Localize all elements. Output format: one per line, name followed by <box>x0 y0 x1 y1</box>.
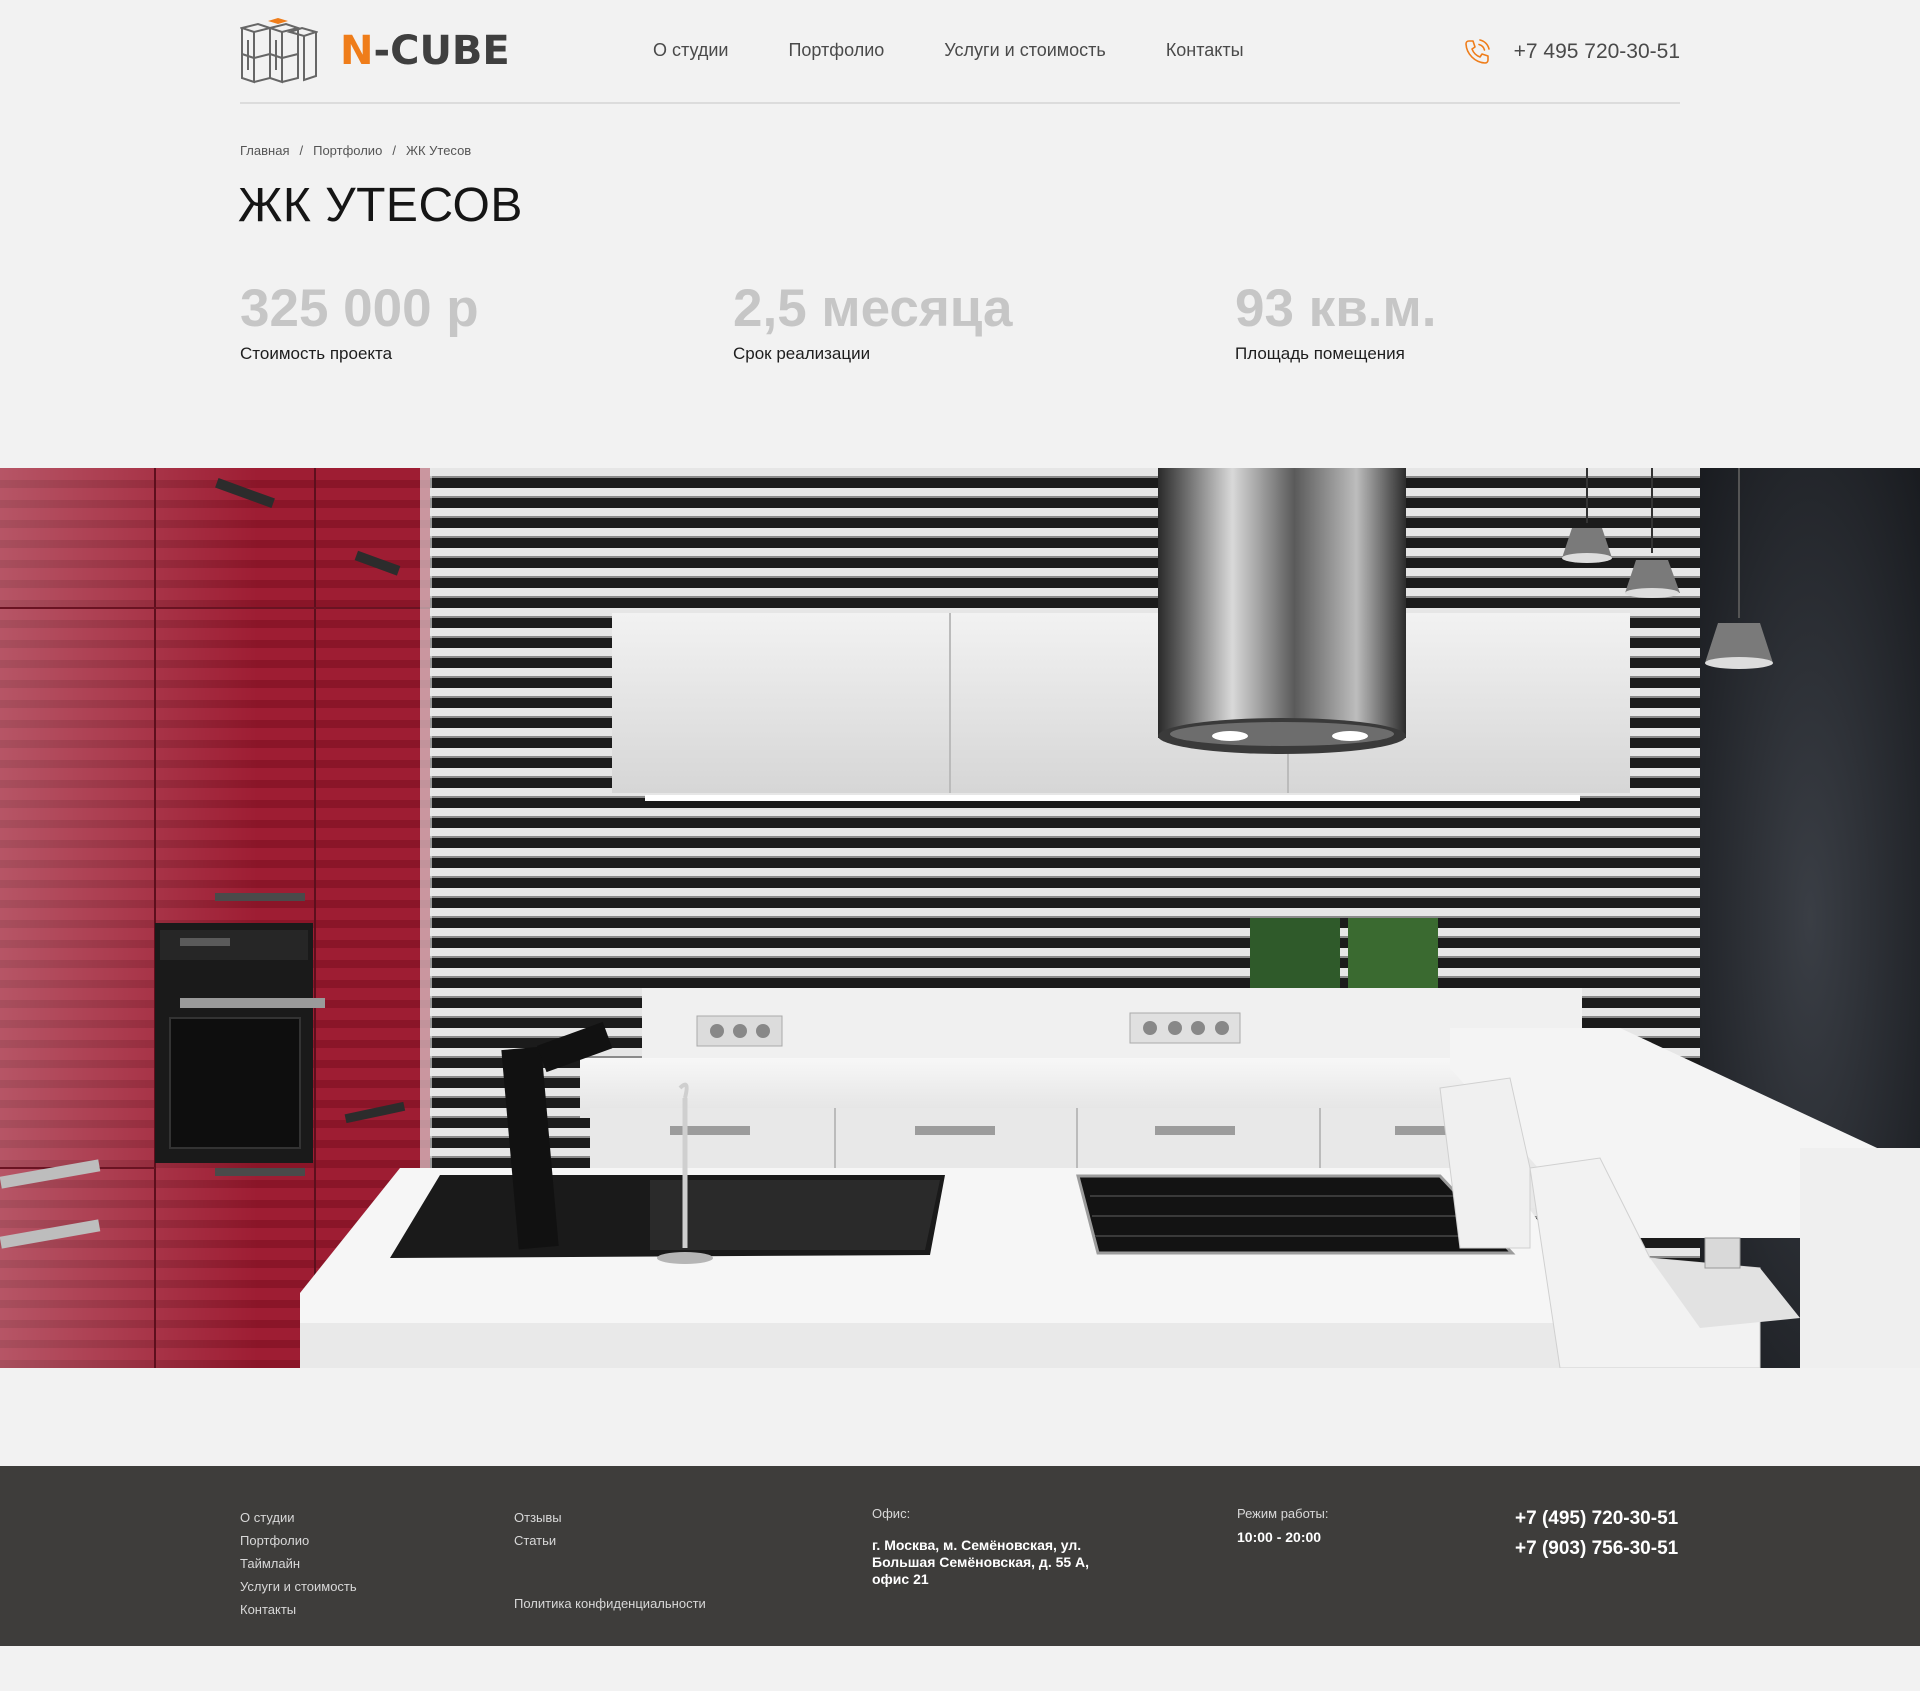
kitchen-photo-illustration <box>0 468 1920 1368</box>
footer-link-timeline[interactable]: Таймлайн <box>240 1552 357 1575</box>
site-footer: О студии Портфолио Таймлайн Услуги и сто… <box>0 1466 1920 1646</box>
footer-link-articles[interactable]: Статьи <box>514 1529 562 1552</box>
breadcrumb: Главная / Портфолио / ЖК Утесов <box>240 143 471 158</box>
footer-nav-column-2: Отзывы Статьи Политика конфиденциальност… <box>514 1506 706 1611</box>
footer-link-portfolio[interactable]: Портфолио <box>240 1529 357 1552</box>
breadcrumb-current: ЖК Утесов <box>405 143 472 158</box>
stat-value: 2,5 месяца <box>733 279 1013 338</box>
stat-cost: 325 000 р Стоимость проекта <box>240 278 479 364</box>
header-phone-number: +7 495 720-30-51 <box>1513 40 1680 63</box>
stat-value: 325 000 р <box>240 279 479 338</box>
breadcrumb-portfolio[interactable]: Портфолио <box>313 143 382 158</box>
logo-text: N-CUBE <box>340 28 510 74</box>
footer-office: Офис: г. Москва, м. Семёновская, ул. Бол… <box>872 1506 1112 1588</box>
page-title: ЖК УТЕСОВ <box>238 179 523 232</box>
footer-link-about[interactable]: О студии <box>240 1506 357 1529</box>
site-header: N-CUBE О студии Портфолио Услуги и стоим… <box>240 0 1680 104</box>
cube-logo-icon <box>240 18 318 84</box>
footer-nav-column-1: О студии Портфолио Таймлайн Услуги и сто… <box>240 1506 357 1621</box>
nav-item-contacts[interactable]: Контакты <box>1166 40 1244 61</box>
hours-value: 10:00 - 20:00 <box>1237 1529 1322 1545</box>
stat-label: Срок реализации <box>733 344 871 363</box>
footer-link-reviews[interactable]: Отзывы <box>514 1506 562 1529</box>
header-phone[interactable]: +7 495 720-30-51 <box>1462 37 1680 67</box>
hours-label: Режим работы: <box>1237 1506 1329 1521</box>
breadcrumb-separator: / <box>392 143 396 158</box>
footer-hours: Режим работы: 10:00 - 20:00 <box>1237 1506 1328 1546</box>
office-label: Офис: <box>872 1506 911 1521</box>
stat-label: Стоимость проекта <box>240 344 393 363</box>
stat-duration: 2,5 месяца Срок реализации <box>733 278 1013 364</box>
phone-icon <box>1464 39 1490 64</box>
stat-area: 93 кв.м. Площадь помещения <box>1235 278 1436 364</box>
stat-value: 93 кв.м. <box>1235 279 1437 338</box>
footer-link-privacy[interactable]: Политика конфиденциальности <box>514 1592 706 1615</box>
breadcrumb-home[interactable]: Главная <box>240 143 289 158</box>
nav-item-portfolio[interactable]: Портфолио <box>788 40 884 61</box>
main-nav: О студии Портфолио Услуги и стоимость Ко… <box>653 40 1244 61</box>
stat-label: Площадь помещения <box>1235 344 1405 363</box>
nav-item-about[interactable]: О студии <box>653 40 728 61</box>
office-address: г. Москва, м. Семёновская, ул. Большая С… <box>872 1537 1090 1587</box>
nav-item-services[interactable]: Услуги и стоимость <box>944 40 1106 61</box>
footer-link-contacts[interactable]: Контакты <box>240 1598 357 1621</box>
footer-phone-1[interactable]: +7 (495) 720-30-51 <box>1515 1504 1678 1534</box>
footer-link-services[interactable]: Услуги и стоимость <box>240 1575 357 1598</box>
kitchen-photo <box>0 468 1920 1368</box>
footer-phone-2[interactable]: +7 (903) 756-30-51 <box>1515 1534 1678 1564</box>
footer-phones: +7 (495) 720-30-51 +7 (903) 756-30-51 <box>1515 1504 1678 1564</box>
logo[interactable]: N-CUBE <box>240 18 510 84</box>
breadcrumb-separator: / <box>299 143 304 158</box>
